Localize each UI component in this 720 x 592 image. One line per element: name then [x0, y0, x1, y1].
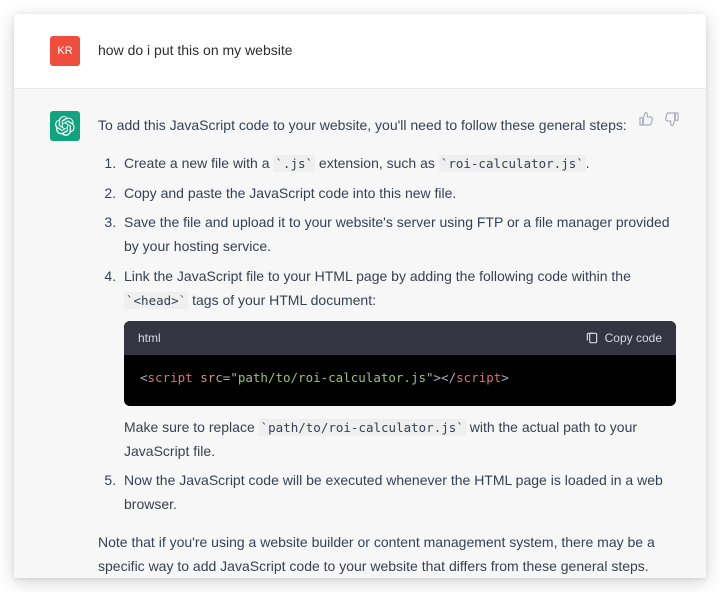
user-text: how do i put this on my website — [98, 36, 676, 66]
step-1: Create a new file with a `.js` extension… — [120, 152, 676, 176]
step-3: Save the file and upload it to your webs… — [120, 211, 676, 259]
code-js-ext: `.js` — [273, 155, 315, 172]
code-head-tag: `<head>` — [124, 292, 188, 309]
code-block-body: <script src="path/to/roi-calculator.js">… — [124, 355, 676, 406]
code-block-header: html Copy code — [124, 321, 676, 355]
code-filename: `roi-calculator.js` — [439, 155, 586, 172]
feedback-buttons — [638, 111, 680, 127]
intro-text: To add this JavaScript code to your webs… — [98, 114, 676, 138]
user-avatar: KR — [50, 36, 80, 66]
code-path: `path/to/roi-calculator.js` — [259, 419, 466, 436]
user-message: KR how do i put this on my website — [14, 14, 706, 88]
steps-list: Create a new file with a `.js` extension… — [98, 152, 676, 517]
assistant-avatar — [50, 111, 80, 141]
step-4-note: Make sure to replace `path/to/roi-calcul… — [124, 416, 676, 464]
code-block: html Copy code <script src="path/to/roi-… — [124, 321, 676, 406]
copy-code-button[interactable]: Copy code — [585, 328, 662, 348]
assistant-content: To add this JavaScript code to your webs… — [98, 111, 676, 578]
thumbs-down-icon[interactable] — [664, 111, 680, 127]
assistant-message: To add this JavaScript code to your webs… — [14, 88, 706, 578]
code-lang-label: html — [138, 328, 161, 348]
chat-container: KR how do i put this on my website To ad… — [14, 14, 706, 578]
copy-code-label: Copy code — [605, 328, 662, 348]
step-4: Link the JavaScript file to your HTML pa… — [120, 265, 676, 463]
thumbs-up-icon[interactable] — [638, 111, 654, 127]
clipboard-icon — [585, 331, 599, 345]
step-2: Copy and paste the JavaScript code into … — [120, 182, 676, 206]
closing-note: Note that if you're using a website buil… — [98, 531, 676, 578]
openai-logo-icon — [55, 116, 75, 136]
step-5: Now the JavaScript code will be executed… — [120, 469, 676, 517]
